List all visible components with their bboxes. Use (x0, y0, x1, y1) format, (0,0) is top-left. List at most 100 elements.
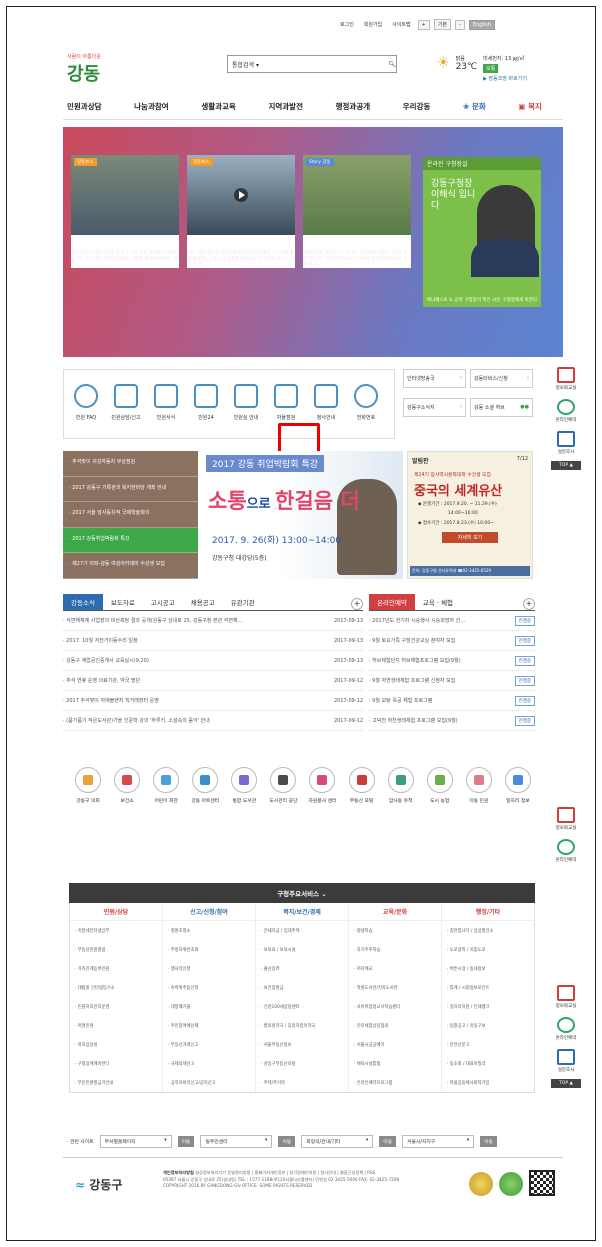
chief-office-panel[interactable]: 온라인 구청장실 강동구청장 이해식 입니다 매니페스토 & 공약 구청장이 찍… (423, 157, 541, 307)
related-select-dept[interactable]: 부서별홈페이지 ▾ (99, 1135, 172, 1148)
notice-pager[interactable]: 7/12 (517, 456, 528, 465)
tab-education[interactable]: 교육 · 체험 (415, 594, 461, 610)
service-link[interactable]: · 부동산민원열람 (70, 940, 162, 959)
service-link[interactable]: · 학원도서관/전자도서관 (349, 978, 441, 997)
service-link[interactable]: · 건강100세상담센터 (256, 997, 348, 1016)
news-card[interactable]: 강동뉴스 강동 · 광진구민이 한자리에! 광진교 지난 26일 강동구 천호동… (187, 155, 295, 268)
service-link[interactable]: · 서울부동산정보 (256, 1035, 348, 1054)
service-link[interactable]: · 지방세인터넷납부 (70, 921, 162, 940)
english-button[interactable]: English (468, 19, 495, 30)
org-item[interactable]: 도시관리 공단 (268, 767, 298, 805)
banner-list-item[interactable]: · 2017 강동취업박람회 특강 (63, 527, 198, 554)
service-link[interactable]: · 청원초청소 (163, 921, 255, 940)
notice-detail-button[interactable]: 자세히 보기 (442, 532, 498, 543)
go-button[interactable]: 이동 (177, 1136, 195, 1147)
nav-item-life[interactable]: 생활과교육 (201, 101, 236, 112)
service-link[interactable]: · 버튼시장 / 동네정보 (442, 959, 534, 978)
banner-list-item[interactable]: · 제27기 아파-강동 여성아카데미 수강생 모집 (63, 553, 198, 579)
news-row[interactable]: · 2017 추석맞이 자애불랜지 직거래장터 운영 2017-09-12 (63, 691, 363, 711)
related-select-seoul[interactable]: 서울시/자치구 ▾ (402, 1135, 475, 1148)
side-item-survey[interactable]: 설문조사 (547, 431, 585, 455)
main-banner[interactable]: 2017 강동 취업박람회 특강 소통으로 한걸음 더 2017. 9. 26(… (198, 451, 403, 579)
service-link[interactable]: · 강동구부동산포털 (256, 1054, 348, 1073)
service-link[interactable]: · 입찰공고 / 강동구보 (442, 1016, 534, 1035)
service-link[interactable]: · 일자리지원 / 인재뱅크 (442, 997, 534, 1016)
tab-press[interactable]: 보도자료 (103, 594, 143, 610)
service-link[interactable]: · 주택/주거복 (256, 1073, 348, 1092)
tab-agencies[interactable]: 유관기관 (223, 594, 263, 610)
side-item-reserve[interactable]: 온라인예약 (547, 399, 585, 423)
service-link[interactable]: · 부동산거래신고 (163, 1035, 255, 1054)
news-card[interactable]: Story 강동 아파트숲 속에서 펼쳐지는 신비한 생 아파트숲을 가로지르는… (303, 155, 411, 268)
quick-item-building[interactable]: 청사안내 (308, 384, 344, 421)
play-icon[interactable] (234, 188, 248, 202)
go-button[interactable]: 이동 (278, 1136, 296, 1147)
reserve-row[interactable]: · 9월 자연생태체험 프로그램 신청자 모집 진행중 (369, 671, 535, 691)
site-logo[interactable]: 사람이 아름다운 강동 (67, 53, 101, 86)
banner-list-item[interactable]: · 추석맞이 귀성자동차 무상점검 (63, 451, 198, 477)
service-link[interactable]: · 도로굴착 / 지중도로 (442, 940, 534, 959)
zoom-in-button[interactable]: + (417, 19, 430, 30)
service-link[interactable]: · 통계 / 시청정보포인트 (442, 978, 534, 997)
quick-item-forms[interactable]: 민원서식 (148, 384, 184, 421)
quick-item-selfcheck[interactable]: 자율점검 (268, 384, 304, 421)
tab-gangdong-news[interactable]: 강동소식 (63, 594, 103, 610)
org-item[interactable]: 자원봉사 센터 (307, 767, 337, 805)
service-link[interactable]: · 자기주주학습 (349, 940, 441, 959)
service-link[interactable]: · 온라인예약프로그램 (349, 1073, 441, 1092)
link-newsletter[interactable]: 강동구소식지 › (403, 398, 466, 417)
tab-notice[interactable]: 고시공고 (143, 594, 183, 610)
dust-link[interactable]: ▶ 방동조망 바로가기 (483, 75, 527, 82)
news-row[interactable]: · 강동구 재업공인중개사 교육실시(9.20) 2017-09-13 (63, 651, 363, 671)
chief-link-wish[interactable]: 구청장에게 바란다 (502, 297, 537, 303)
quick-item-office[interactable]: 민원실 안내 (228, 384, 264, 421)
org-item[interactable]: 보건소 (112, 767, 142, 805)
more-button[interactable]: + (351, 598, 363, 610)
quick-item-report[interactable]: 민원상담/신고 (108, 384, 144, 421)
service-link[interactable]: · 출산장려 (256, 959, 348, 978)
reserve-row[interactable]: · 9월 토요가족 구장건강교실 참여자 모집 진행중 (369, 631, 535, 651)
quick-item-minwon24[interactable]: 민원24 (188, 384, 224, 421)
service-link[interactable]: · 사이버업정교사학습센터 (349, 997, 441, 1016)
service-link[interactable]: · 서울시공공예약 (349, 1035, 441, 1054)
footer-links[interactable]: 영상정보처리기기 운영관리방침 | 홈페이지개인정보 | 청각장애인지원 | 청… (195, 1170, 375, 1175)
service-link[interactable]: · 규제의제신고 (163, 1054, 255, 1073)
service-link[interactable]: · 숙박위주음신청 (163, 978, 255, 997)
service-link[interactable]: · 전세자금 / 임대주택 (256, 921, 348, 940)
link-broadcast[interactable]: 인터넷방송국 › (403, 369, 466, 388)
service-link[interactable]: · 복지상담실 (70, 1035, 162, 1054)
side-item-survey[interactable]: 설문조사 (547, 1049, 585, 1073)
org-item[interactable]: 도시 농업 (425, 767, 455, 805)
reserve-row[interactable]: · 2017년도 전기차 시승행사 시승희망자 선... 진행중 (369, 611, 535, 631)
nav-item-region[interactable]: 지역과발전 (268, 101, 303, 112)
quick-item-phone[interactable]: 전화번호 (348, 384, 384, 421)
related-select-dong[interactable]: 동주민센터 ▾ (200, 1135, 273, 1148)
service-link[interactable]: · 칭찬합니다 / 상상할건소 (442, 921, 534, 940)
go-button[interactable]: 이동 (379, 1136, 397, 1147)
top-button[interactable]: TOP ▲ (551, 1079, 581, 1088)
service-link[interactable]: · 주정차위반조회 (163, 940, 255, 959)
side-item-pc[interactable]: 정보화교실 (547, 985, 585, 1009)
service-link[interactable]: · 민원처리관리운영 (70, 997, 162, 1016)
service-link[interactable]: · 보건증발급 (256, 978, 348, 997)
service-link[interactable]: · 무인민원발급기안내 (70, 1073, 162, 1092)
privacy-link[interactable]: 개인정보처리방침 (163, 1170, 194, 1175)
search-scope-select[interactable]: 통합검색 ▾ (232, 60, 259, 69)
org-item[interactable]: 강동구 의회 (73, 767, 103, 805)
news-row[interactable]: · 석면해체계 사업장의 비산측정 결과 공개(강동구 성내로 25, 강동구청… (63, 611, 363, 631)
more-button[interactable]: + (523, 598, 535, 610)
org-item[interactable]: 통합 도서관 (229, 767, 259, 805)
service-link[interactable]: · 평생학습 (349, 921, 441, 940)
news-row[interactable]: · 추석 연휴 운영 의료기관, 약국 명단 2017-09-12 (63, 671, 363, 691)
chevron-down-icon[interactable]: ⌄ (321, 890, 326, 898)
news-row[interactable]: · 2017. 10월 저전거이동수리 일정 2017-09-13 (63, 631, 363, 651)
service-link[interactable]: · 대형폐기물 (163, 997, 255, 1016)
service-link[interactable]: · 구청장에게바란다 (70, 1054, 162, 1073)
nav-item-civil[interactable]: 민원과상담 (67, 101, 102, 112)
reserve-row[interactable]: · 허브체험단지 허브체험프로그램 모집(9월) 진행중 (369, 651, 535, 671)
link-social-hub[interactable]: 강동 소셜 허브 ●● (470, 398, 533, 417)
nav-item-admin[interactable]: 행정과공개 (336, 101, 371, 112)
tab-online-reserve[interactable]: 온라인예약 (369, 594, 415, 610)
service-link[interactable]: · 체육시설통합 (349, 1054, 441, 1073)
search-icon[interactable]: 🔍︎ (388, 61, 396, 68)
